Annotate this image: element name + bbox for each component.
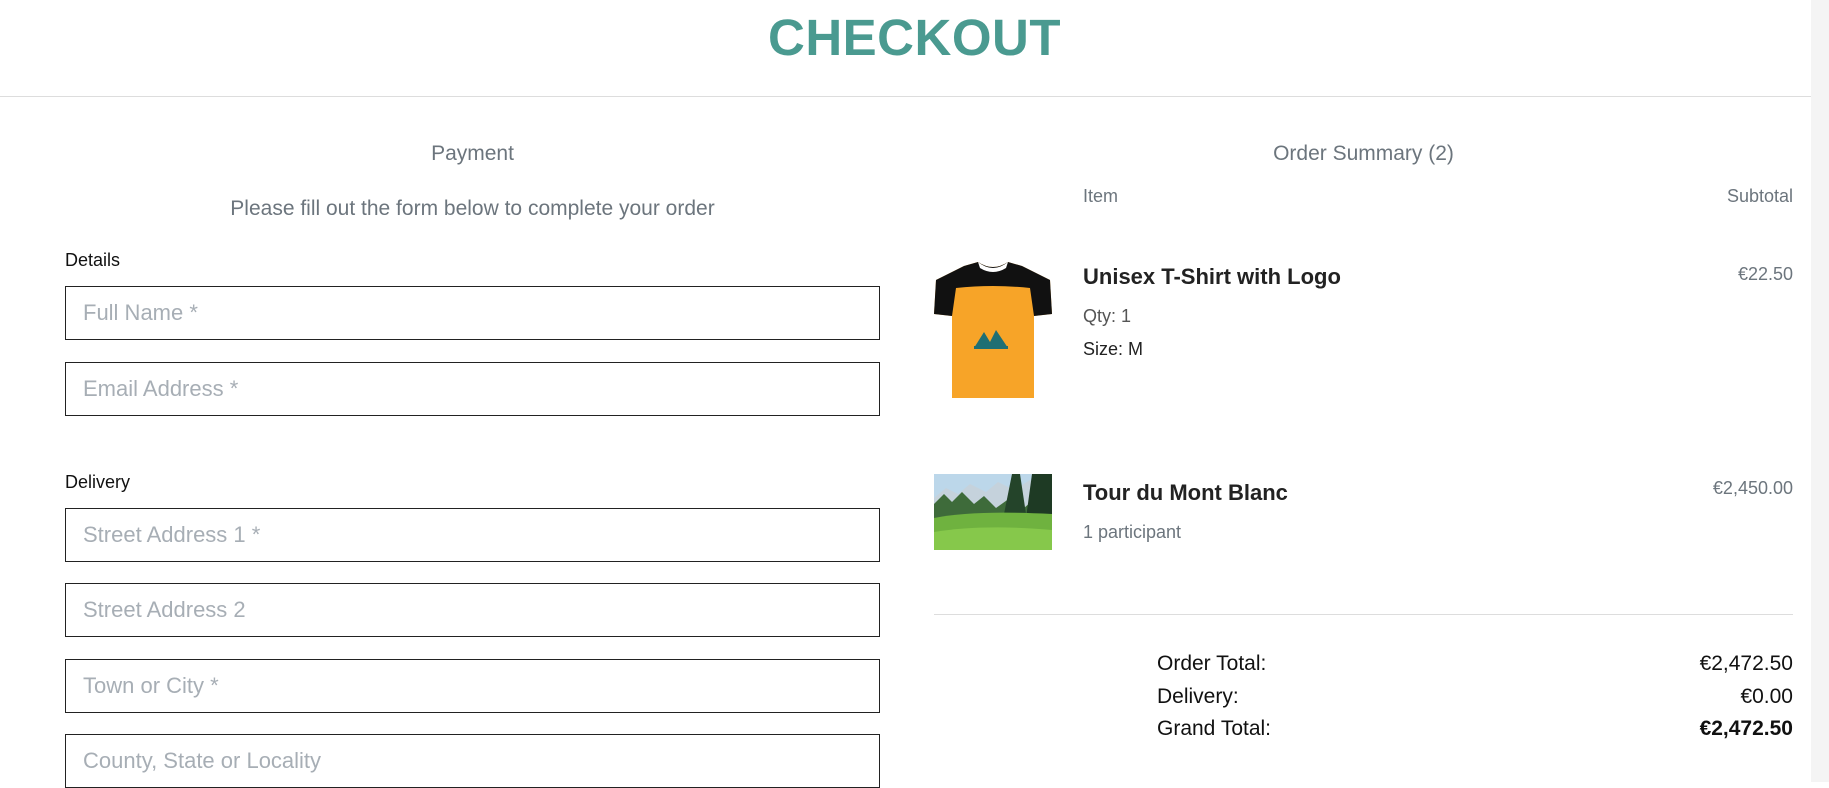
delivery-label: Delivery: [65, 472, 131, 492]
item-name: Tour du Mont Blanc: [1083, 480, 1288, 505]
summary-divider: [934, 614, 1793, 615]
subtotal-column-header: Subtotal: [1726, 186, 1793, 206]
street-address-1-input[interactable]: [65, 508, 880, 562]
item-subtotal: €2,450.00: [1712, 478, 1793, 498]
delivery-cost-label: Delivery:: [1157, 685, 1239, 708]
payment-heading: Payment: [431, 142, 514, 165]
item-column-header: Item: [1083, 186, 1119, 206]
item-name: Unisex T-Shirt with Logo: [1083, 264, 1341, 289]
details-label: Details: [65, 250, 121, 270]
item-qty: Qty: 1: [1083, 306, 1132, 326]
mountain-meadow-product-image[interactable]: [934, 474, 1052, 550]
town-city-input[interactable]: [65, 659, 880, 713]
grand-total-value: €2,472.50: [1699, 717, 1793, 740]
county-input[interactable]: [65, 734, 880, 788]
scrollbar[interactable]: [1811, 0, 1829, 782]
full-name-input[interactable]: [65, 286, 880, 340]
t-shirt-product-image[interactable]: [934, 258, 1052, 402]
street-address-2-input[interactable]: [65, 583, 880, 637]
payment-subheading: Please fill out the form below to comple…: [230, 197, 715, 220]
email-input[interactable]: [65, 362, 880, 416]
item-participants: 1 participant: [1083, 522, 1182, 542]
grand-total-label: Grand Total:: [1157, 717, 1272, 740]
page-header: CHECKOUT: [0, 0, 1829, 97]
item-subtotal: €22.50: [1737, 264, 1793, 284]
page-title: CHECKOUT: [768, 9, 1061, 66]
order-summary-heading: Order Summary (2): [1273, 142, 1454, 165]
delivery-cost-value: €0.00: [1740, 685, 1793, 708]
item-size: Size: M: [1083, 339, 1144, 359]
order-total-label: Order Total:: [1157, 652, 1267, 675]
order-total-value: €2,472.50: [1699, 652, 1793, 675]
